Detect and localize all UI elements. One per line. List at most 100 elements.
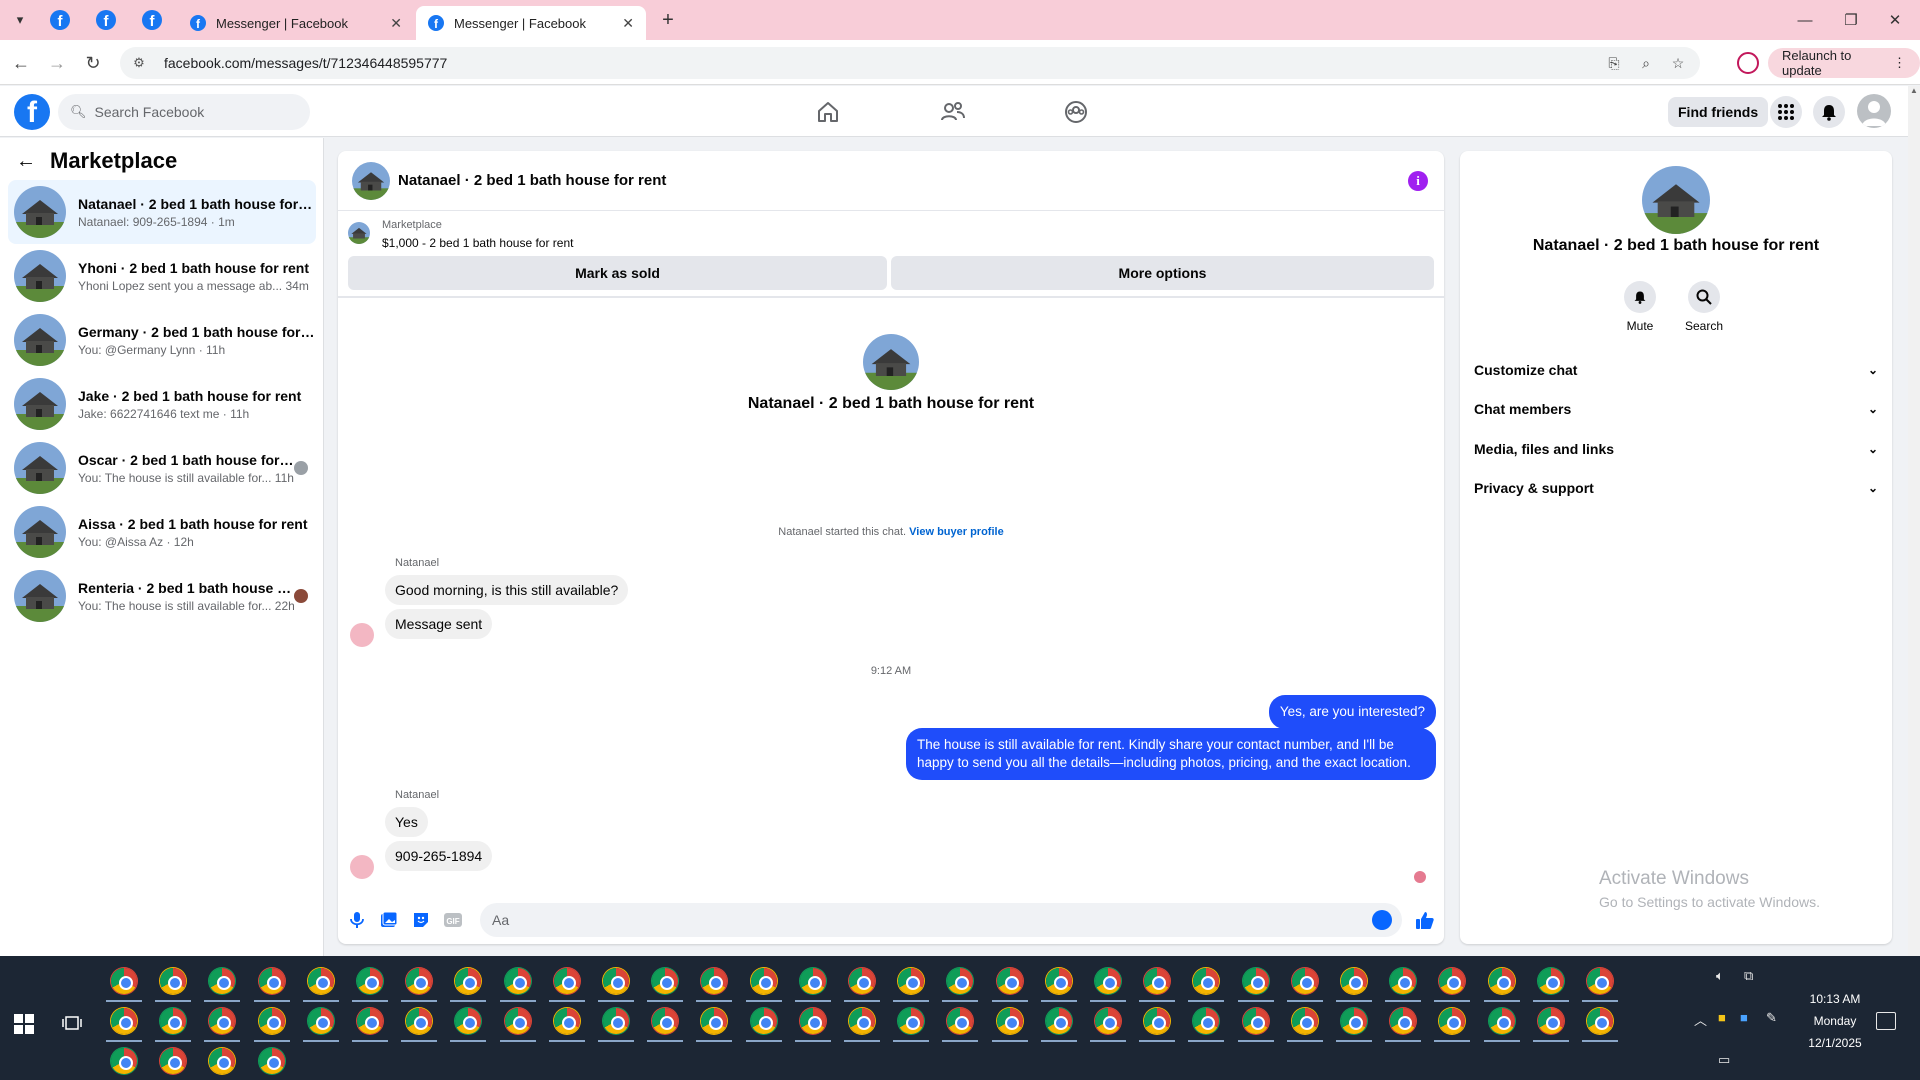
chrome-taskbar-icon[interactable] bbox=[750, 968, 777, 994]
chrome-taskbar-icon[interactable] bbox=[1390, 1008, 1417, 1034]
omnibox[interactable]: ⚙ facebook.com/messages/t/71234644859577… bbox=[120, 47, 1700, 79]
chrome-taskbar-icon[interactable] bbox=[652, 968, 679, 994]
conversation-item[interactable]: Aissa · 2 bed 1 bath house for rent You:… bbox=[8, 500, 316, 564]
message-bubble-incoming[interactable]: Good morning, is this still available? bbox=[385, 575, 629, 605]
chrome-taskbar-icon[interactable] bbox=[307, 968, 334, 994]
listing-mini-thumbnail[interactable] bbox=[348, 222, 370, 244]
windows-start-icon[interactable] bbox=[14, 1014, 34, 1034]
chrome-taskbar-icon[interactable] bbox=[307, 1008, 334, 1034]
chrome-taskbar-icon[interactable] bbox=[1095, 1008, 1121, 1034]
message-bubble-outgoing[interactable]: The house is still available for rent. K… bbox=[906, 728, 1436, 780]
back-icon[interactable]: ← bbox=[8, 50, 34, 76]
pinned-tab-facebook-icon[interactable]: f bbox=[142, 10, 162, 30]
chrome-taskbar-icon[interactable] bbox=[504, 1008, 531, 1034]
search-in-chat-button[interactable]: Search bbox=[1674, 281, 1734, 333]
chrome-taskbar-icon[interactable] bbox=[553, 1008, 580, 1034]
chrome-taskbar-icon[interactable] bbox=[701, 1008, 728, 1034]
chrome-taskbar-icon[interactable] bbox=[1488, 968, 1515, 994]
chat-members-section[interactable]: Chat members ⌄ bbox=[1474, 393, 1878, 425]
chrome-taskbar-icon[interactable] bbox=[160, 1048, 187, 1074]
chrome-taskbar-icon[interactable] bbox=[996, 968, 1023, 994]
chrome-taskbar-icon[interactable] bbox=[258, 968, 285, 994]
sender-avatar[interactable] bbox=[350, 855, 374, 879]
chrome-taskbar-icon[interactable] bbox=[1095, 968, 1121, 994]
app-tray-icon[interactable]: ■ bbox=[1740, 1010, 1748, 1025]
reload-icon[interactable]: ↻ bbox=[80, 50, 106, 76]
network-icon[interactable]: ⧉ bbox=[1744, 968, 1753, 984]
chrome-taskbar-icon[interactable] bbox=[1242, 968, 1269, 994]
message-bubble-incoming[interactable]: Message sent bbox=[385, 609, 493, 639]
chrome-taskbar-icon[interactable] bbox=[1144, 968, 1171, 994]
relaunch-button[interactable]: Relaunch to update ⋮ bbox=[1768, 48, 1920, 78]
message-bubble-incoming[interactable]: 909-265-1894 bbox=[385, 841, 493, 871]
message-input[interactable] bbox=[492, 912, 1372, 928]
browser-tab[interactable]: f Messenger | Facebook ✕ bbox=[178, 6, 414, 40]
microphone-icon[interactable] bbox=[344, 907, 370, 933]
chrome-taskbar-icon[interactable] bbox=[1537, 1008, 1564, 1034]
chrome-taskbar-icon[interactable] bbox=[504, 968, 531, 994]
chat-listing-thumbnail[interactable] bbox=[352, 161, 390, 200]
chrome-taskbar-icon[interactable] bbox=[1045, 968, 1072, 994]
chrome-taskbar-icon[interactable] bbox=[258, 1048, 285, 1074]
chrome-taskbar-icon[interactable] bbox=[1291, 968, 1318, 994]
chrome-taskbar-icon[interactable] bbox=[209, 968, 236, 994]
chrome-taskbar-icon[interactable] bbox=[111, 1048, 137, 1074]
chrome-taskbar-icon[interactable] bbox=[111, 968, 137, 994]
conversation-item[interactable]: Yhoni · 2 bed 1 bath house for rent Yhon… bbox=[8, 244, 316, 308]
view-buyer-profile-link[interactable]: View buyer profile bbox=[909, 526, 1004, 538]
pinned-tab-facebook-icon[interactable]: f bbox=[96, 10, 116, 30]
shield-icon[interactable]: ■ bbox=[1718, 1010, 1726, 1025]
chrome-taskbar-icon[interactable] bbox=[898, 1008, 925, 1034]
conversation-item[interactable]: Natanael · 2 bed 1 bath house for r... N… bbox=[8, 180, 316, 244]
chrome-taskbar-icon[interactable] bbox=[1439, 968, 1466, 994]
chrome-taskbar-icon[interactable] bbox=[160, 968, 187, 994]
show-hidden-icons-icon[interactable]: ︿ bbox=[1694, 1010, 1707, 1029]
chrome-taskbar-icon[interactable] bbox=[947, 968, 974, 994]
sticker-icon[interactable] bbox=[408, 907, 434, 933]
emoji-icon[interactable] bbox=[1372, 910, 1392, 930]
chat-title[interactable]: Natanael · 2 bed 1 bath house for rent bbox=[398, 172, 666, 189]
notifications-bell-icon[interactable] bbox=[1813, 96, 1845, 128]
listing-price-title[interactable]: $1,000 - 2 bed 1 bath house for rent bbox=[382, 236, 573, 250]
groups-icon[interactable] bbox=[1060, 96, 1092, 128]
chrome-taskbar-icon[interactable] bbox=[1587, 1008, 1613, 1034]
media-files-links-section[interactable]: Media, files and links ⌄ bbox=[1474, 433, 1878, 465]
chrome-taskbar-icon[interactable] bbox=[1587, 968, 1613, 994]
chrome-taskbar-icon[interactable] bbox=[1390, 968, 1417, 994]
chrome-taskbar-icon[interactable] bbox=[553, 968, 580, 994]
message-bubble-incoming[interactable]: Yes bbox=[385, 807, 428, 837]
chrome-taskbar-icon[interactable] bbox=[209, 1048, 236, 1074]
mark-as-sold-button[interactable]: Mark as sold bbox=[348, 256, 887, 290]
friends-icon[interactable] bbox=[937, 96, 969, 128]
pen-icon[interactable]: ✎ bbox=[1766, 1010, 1777, 1026]
chrome-taskbar-icon[interactable] bbox=[1242, 1008, 1269, 1034]
chrome-taskbar-icon[interactable] bbox=[160, 1008, 187, 1034]
chrome-taskbar-icon[interactable] bbox=[406, 968, 433, 994]
chrome-taskbar-icon[interactable] bbox=[357, 968, 383, 994]
chrome-taskbar-icon[interactable] bbox=[455, 968, 482, 994]
chrome-taskbar-icon[interactable] bbox=[1488, 1008, 1515, 1034]
taskbar-clock[interactable]: 10:13 AM Monday 12/1/2025 bbox=[1790, 988, 1880, 1054]
chrome-taskbar-icon[interactable] bbox=[455, 1008, 482, 1034]
chrome-taskbar-icon[interactable] bbox=[1193, 968, 1220, 994]
chrome-taskbar-icon[interactable] bbox=[357, 1008, 383, 1034]
conversation-item[interactable]: Jake · 2 bed 1 bath house for rent Jake:… bbox=[8, 372, 316, 436]
mute-button[interactable]: Mute bbox=[1610, 281, 1670, 333]
task-view-icon[interactable] bbox=[62, 1014, 82, 1034]
chrome-taskbar-icon[interactable] bbox=[258, 1008, 285, 1034]
forward-icon[interactable]: → bbox=[44, 50, 70, 76]
chrome-taskbar-icon[interactable] bbox=[849, 968, 875, 994]
chrome-taskbar-icon[interactable] bbox=[1045, 1008, 1072, 1034]
install-app-icon[interactable]: ⎘ bbox=[1604, 53, 1624, 73]
gif-icon[interactable]: GIF bbox=[440, 907, 466, 933]
menu-dots-icon[interactable]: ⋮ bbox=[1893, 55, 1906, 71]
site-info-icon[interactable]: ⚙ bbox=[130, 54, 148, 72]
chrome-taskbar-icon[interactable] bbox=[849, 1008, 875, 1034]
close-window-icon[interactable]: ✕ bbox=[1880, 8, 1910, 32]
close-tab-icon[interactable]: ✕ bbox=[390, 15, 402, 32]
chrome-taskbar-icon[interactable] bbox=[701, 968, 728, 994]
facebook-search[interactable]: 🔍︎ bbox=[58, 94, 310, 130]
bookmark-star-icon[interactable]: ☆ bbox=[1668, 53, 1688, 73]
tab-search-icon[interactable]: ▾ bbox=[8, 8, 32, 32]
restore-icon[interactable]: ❐ bbox=[1836, 8, 1866, 32]
